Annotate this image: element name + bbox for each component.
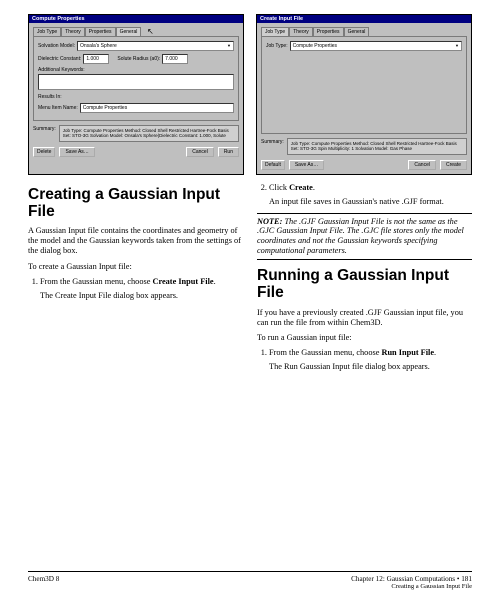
saveas-button[interactable]: Save As… — [289, 160, 324, 170]
footer-right-line1: Chapter 12: Gaussian Computations • 181 — [351, 575, 472, 583]
paragraph: The Run Gaussian Input file dialog box a… — [269, 362, 472, 372]
paragraph: An input file saves in Gaussian's native… — [269, 197, 472, 207]
tab-properties[interactable]: Properties — [313, 27, 344, 36]
create-input-file-dialog: Create Input File Job Type Theory Proper… — [256, 14, 472, 175]
paragraph: To create a Gaussian Input file: — [28, 262, 243, 272]
left-column: Creating a Gaussian Input File A Gaussia… — [28, 183, 243, 571]
jobtype-value: Compute Properties — [293, 42, 337, 50]
tab-theory[interactable]: Theory — [61, 27, 85, 36]
delete-button[interactable]: Delete — [33, 147, 55, 157]
tab-bar: Job Type Theory Properties General — [33, 27, 239, 36]
create-button[interactable]: Create — [440, 160, 467, 170]
paragraph: To run a Gaussian input file: — [257, 333, 472, 343]
section-heading-running: Running a Gaussian Input File — [257, 268, 472, 301]
tab-theory[interactable]: Theory — [289, 27, 313, 36]
solute-radius-input[interactable]: 7.000 — [162, 54, 188, 64]
dielectric-input[interactable]: 1.000 — [83, 54, 109, 64]
solute-radius-label: Solute Radius (a0): — [117, 56, 160, 62]
solvation-model-select[interactable]: Onsala's Sphere ▼ — [77, 41, 234, 51]
summary-text: Job Type: Compute Properties Method: Clo… — [59, 125, 239, 142]
solvation-model-value: Onsala's Sphere — [80, 42, 117, 50]
section-heading-creating: Creating a Gaussian Input File — [28, 187, 243, 220]
solvation-model-label: Solvation Model: — [38, 43, 75, 49]
runname-input[interactable]: Compute Properties — [80, 103, 234, 113]
page-footer: Chem3D 8 Chapter 12: Gaussian Computatio… — [28, 571, 472, 590]
tab-general[interactable]: General — [344, 27, 370, 36]
general-panel: Solvation Model: Onsala's Sphere ▼ Diele… — [33, 36, 239, 121]
jobtype-panel: Job Type: Compute Properties ▼ — [261, 36, 467, 134]
keywords-textarea[interactable] — [38, 74, 234, 90]
right-column: Click Create. An input file saves in Gau… — [257, 183, 472, 571]
summary-label: Summary: — [261, 138, 284, 155]
saveas-button[interactable]: Save As… — [59, 147, 94, 157]
summary-text: Job Type: Compute Properties Method: Clo… — [287, 138, 467, 155]
tab-bar: Job Type Theory Properties General — [261, 27, 467, 36]
cancel-button[interactable]: Cancel — [186, 147, 214, 157]
paragraph: If you have a previously created .GJF Ga… — [257, 308, 472, 328]
list-item: From the Gaussian menu, choose Run Input… — [269, 348, 472, 358]
list-item: Click Create. — [269, 183, 472, 193]
tab-properties[interactable]: Properties — [85, 27, 116, 36]
chevron-down-icon: ▼ — [227, 42, 231, 50]
run-button[interactable]: Run — [218, 147, 239, 157]
chevron-down-icon: ▼ — [455, 42, 459, 50]
compute-properties-dialog: Compute Properties Job Type Theory Prope… — [28, 14, 244, 175]
paragraph: A Gaussian Input file contains the coord… — [28, 226, 243, 256]
footer-right-line2: Creating a Gaussian Input File — [351, 583, 472, 590]
tab-jobtype[interactable]: Job Type — [33, 27, 61, 36]
jobtype-select[interactable]: Compute Properties ▼ — [290, 41, 462, 51]
paragraph: The Create Input File dialog box appears… — [40, 291, 243, 301]
footer-left: Chem3D 8 — [28, 575, 59, 590]
note: NOTE: The .GJF Gaussian Input File is no… — [257, 213, 472, 261]
default-button[interactable]: Default — [261, 160, 285, 170]
runname-label: Menu Item Name: — [38, 105, 78, 111]
resultsin-label: Results In: — [38, 94, 62, 100]
cancel-button[interactable]: Cancel — [408, 160, 436, 170]
dialog-title: Create Input File — [257, 15, 471, 23]
tab-general[interactable]: General — [116, 27, 142, 36]
list-item: From the Gaussian menu, choose Create In… — [40, 277, 243, 287]
keywords-label: Additional Keywords: — [38, 67, 85, 73]
dielectric-label: Dielectric Constant: — [38, 56, 81, 62]
jobtype-label: Job Type: — [266, 43, 288, 49]
summary-label: Summary: — [33, 125, 56, 142]
tab-jobtype[interactable]: Job Type — [261, 27, 289, 36]
dialog-title: Compute Properties — [29, 15, 243, 23]
